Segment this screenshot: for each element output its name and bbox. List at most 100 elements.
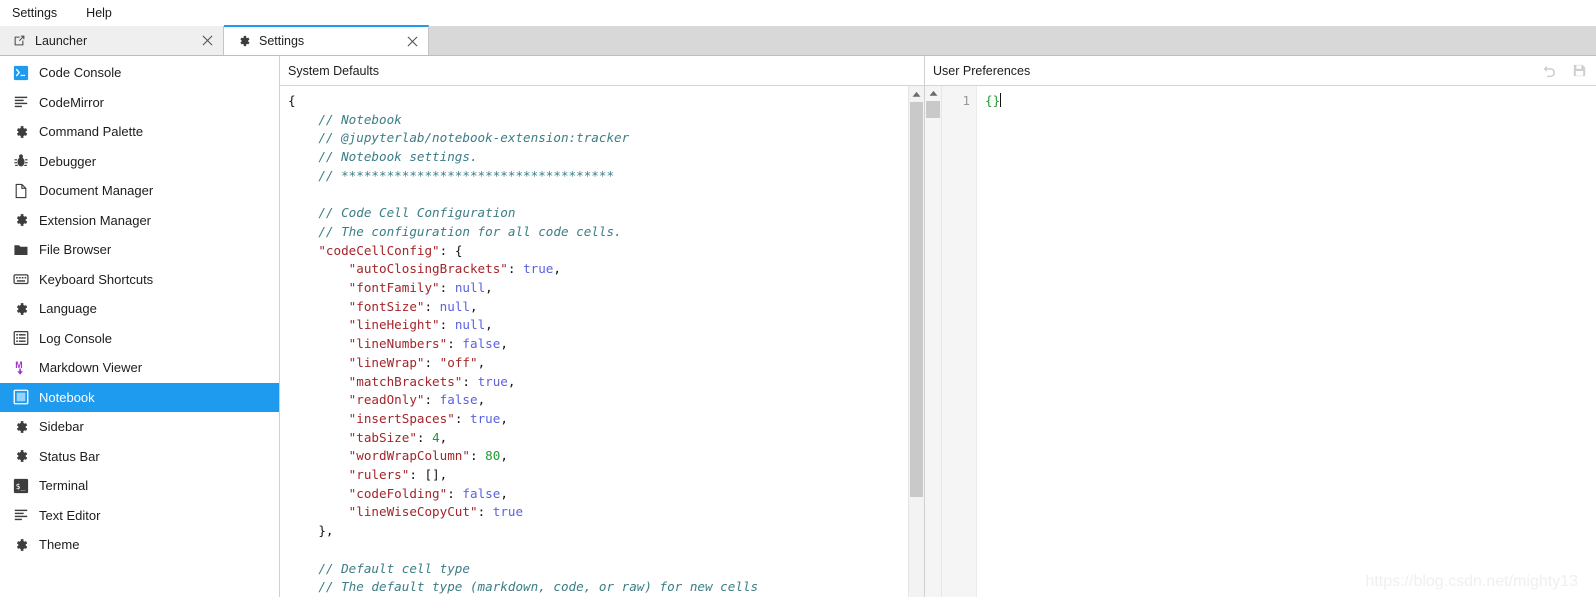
- user-preferences-code-text: {}: [985, 93, 1001, 108]
- code-token-atom: null: [439, 298, 470, 314]
- code-token-atom: true: [469, 410, 501, 426]
- prefs-scrollbar-thumb[interactable]: [926, 101, 940, 118]
- sidebar-item-label: Sidebar: [39, 419, 84, 435]
- code-line: // @jupyterlab/notebook-extension:tracke…: [288, 129, 908, 148]
- tab-settings-close-icon[interactable]: [373, 36, 418, 47]
- notebook-icon: [12, 389, 29, 406]
- tab-launcher[interactable]: Launcher: [0, 26, 224, 55]
- code-line: "matchBrackets": true,: [288, 373, 908, 392]
- gear-icon: [12, 300, 29, 317]
- sidebar-item-label: Code Console: [39, 65, 122, 81]
- code-token-punc: ,: [485, 280, 493, 296]
- gear-icon: [12, 212, 29, 229]
- code-line: "fontFamily": null,: [288, 279, 908, 298]
- code-line: "lineHeight": null,: [288, 316, 908, 335]
- tab-launcher-close-icon[interactable]: [168, 35, 213, 46]
- code-line: // The configuration for all code cells.: [288, 223, 908, 242]
- system-defaults-title: System Defaults: [288, 63, 380, 78]
- sidebar-item-label: Keyboard Shortcuts: [39, 271, 154, 287]
- sidebar-item-status-bar[interactable]: Status Bar: [0, 442, 279, 472]
- bug-icon: [12, 153, 29, 170]
- scroll-up-arrow-icon[interactable]: [909, 86, 924, 102]
- sidebar-item-file-browser[interactable]: File Browser: [0, 235, 279, 265]
- main-body: Code Console CodeMirror Command Palette Deb…: [0, 56, 1596, 597]
- prefs-scroll-up-arrow-icon[interactable]: [925, 86, 941, 101]
- folder-icon: [12, 241, 29, 258]
- sidebar-item-code-console[interactable]: Code Console: [0, 58, 279, 88]
- user-preferences-panel: User Preferences 1 {} https://blog.csdn.…: [925, 56, 1596, 597]
- code-token-key: "matchBrackets": [288, 373, 463, 389]
- user-preferences-editor[interactable]: 1 {}: [925, 86, 1596, 597]
- sidebar-item-keyboard-shortcuts[interactable]: Keyboard Shortcuts: [0, 265, 279, 295]
- sidebar-item-log-console[interactable]: Log Console: [0, 324, 279, 354]
- code-token-key: "fontSize": [288, 298, 425, 314]
- log-list-icon: [12, 330, 29, 347]
- sidebar-item-notebook[interactable]: Notebook: [0, 382, 279, 412]
- sidebar-item-language[interactable]: Language: [0, 294, 279, 324]
- code-line: },: [288, 522, 908, 541]
- code-token-punc: {: [288, 93, 296, 108]
- code-token-punc: : [],: [409, 467, 448, 483]
- tab-settings[interactable]: Settings: [224, 25, 429, 55]
- scrollbar-thumb[interactable]: [910, 102, 923, 497]
- code-token-atom: true: [523, 261, 554, 277]
- sidebar-item-theme[interactable]: Theme: [0, 530, 279, 560]
- svg-text:$_: $_: [15, 482, 25, 491]
- sidebar-item-markdown-viewer[interactable]: M Markdown Viewer: [0, 353, 279, 383]
- code-token-punc: ,: [507, 373, 516, 389]
- code-token-punc: ,: [485, 317, 493, 333]
- code-token-punc: ,: [553, 261, 561, 277]
- sidebar-item-codemirror[interactable]: CodeMirror: [0, 88, 279, 118]
- tab-launcher-label: Launcher: [35, 33, 88, 48]
- code-line: "autoClosingBrackets": true,: [288, 260, 908, 279]
- code-token-key: "readOnly": [288, 392, 425, 408]
- code-token-cmt: // Default cell type: [288, 560, 470, 576]
- sidebar-item-debugger[interactable]: Debugger: [0, 147, 279, 177]
- code-token-punc: :: [439, 317, 455, 333]
- code-token-cmt: // @jupyterlab/notebook-extension:tracke…: [288, 130, 630, 146]
- undo-icon[interactable]: [1536, 58, 1562, 84]
- code-token-punc: },: [288, 523, 334, 539]
- text-cursor: [1000, 93, 1002, 107]
- code-token-punc: :: [416, 429, 433, 445]
- line-number-gutter: 1: [942, 86, 977, 597]
- system-defaults-code: { // Notebook // @jupyterlab/notebook-ex…: [280, 86, 908, 597]
- save-icon[interactable]: [1566, 58, 1592, 84]
- code-line: // Code Cell Configuration: [288, 204, 908, 223]
- code-token-punc: ,: [470, 298, 478, 314]
- sidebar-item-document-manager[interactable]: Document Manager: [0, 176, 279, 206]
- code-token-punc: ,: [477, 354, 486, 370]
- code-token-atom: true: [477, 373, 508, 389]
- user-preferences-scrollbar[interactable]: [925, 86, 942, 597]
- code-token-cmt: // Notebook settings.: [288, 149, 478, 165]
- code-token-punc: :: [454, 410, 470, 426]
- user-preferences-code[interactable]: {}: [977, 86, 1596, 597]
- sidebar-item-text-editor[interactable]: Text Editor: [0, 501, 279, 531]
- code-line: "lineWrap": "off",: [288, 354, 908, 373]
- menu-item-settings[interactable]: Settings: [10, 4, 68, 22]
- sidebar-item-command-palette[interactable]: Command Palette: [0, 117, 279, 147]
- system-defaults-scrollbar[interactable]: [908, 86, 924, 597]
- code-token-key: "off": [439, 354, 478, 370]
- code-token-cmt: // ************************************: [288, 167, 615, 183]
- sidebar-item-label: Terminal: [39, 478, 89, 494]
- sidebar-item-terminal[interactable]: $_ Terminal: [0, 471, 279, 501]
- code-token-punc: :: [469, 448, 486, 464]
- code-token-punc: :: [477, 504, 493, 520]
- sidebar-item-extension-manager[interactable]: Extension Manager: [0, 206, 279, 236]
- code-token-punc: ,: [477, 392, 486, 408]
- menu-item-help[interactable]: Help: [84, 4, 123, 22]
- code-token-atom: false: [462, 485, 501, 501]
- code-token-punc: :: [439, 280, 455, 296]
- code-token-key: "lineWrap": [288, 354, 425, 370]
- code-token-key: "lineHeight": [288, 317, 440, 333]
- code-token-key: "rulers": [288, 467, 410, 483]
- sidebar-item-label: Language: [39, 301, 97, 317]
- code-token-key: "lineWiseCopyCut": [288, 504, 478, 520]
- sidebar-item-sidebar[interactable]: Sidebar: [0, 412, 279, 442]
- sidebar-item-label: Document Manager: [39, 183, 154, 199]
- code-token-key: "tabSize": [288, 429, 417, 445]
- code-token-punc: :: [424, 392, 440, 408]
- user-preferences-title: User Preferences: [933, 63, 1031, 78]
- text-lines-icon: [12, 507, 29, 524]
